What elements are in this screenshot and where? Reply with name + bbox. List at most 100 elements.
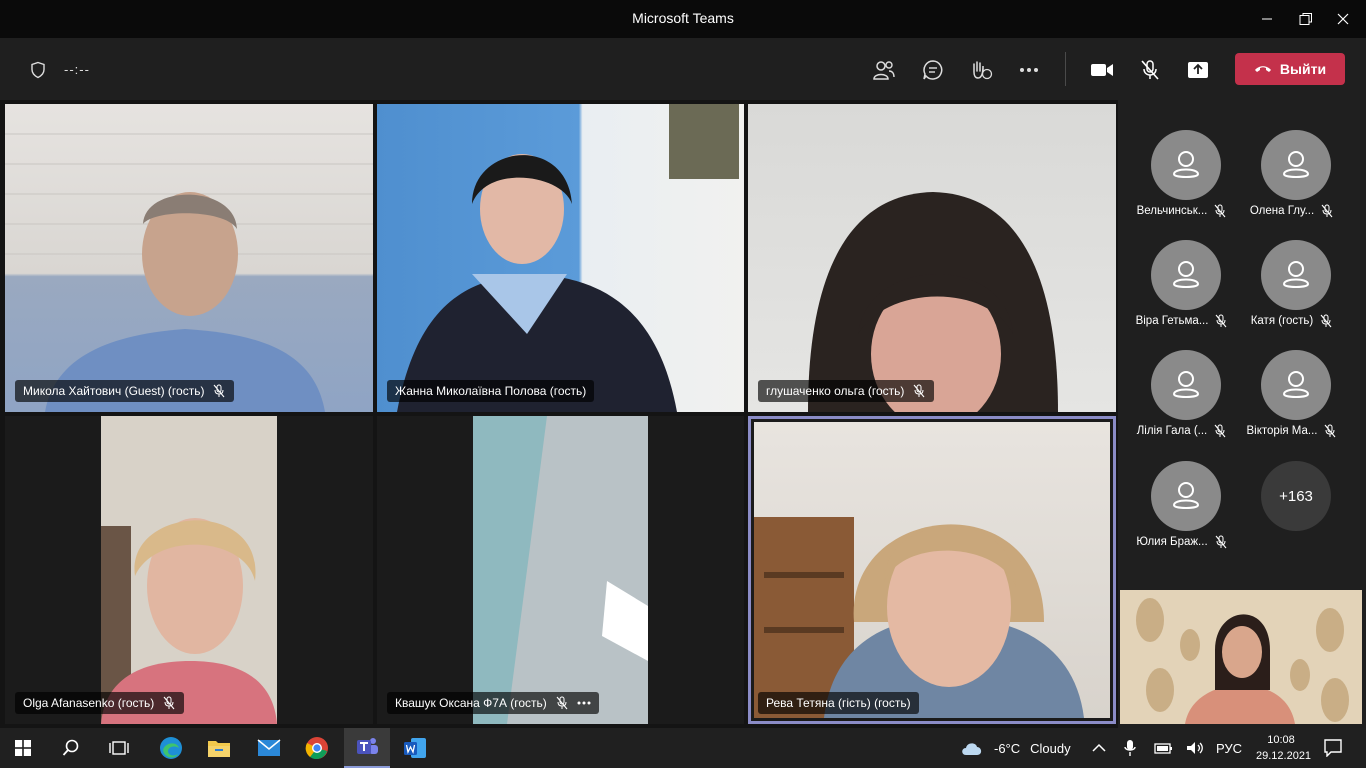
video-tile-1[interactable]: Микола Хайтович (Guest) (гость) <box>5 104 373 412</box>
participant-name-tag: Квашук Оксана Ф7А (гость) <box>387 692 599 714</box>
participant-avatar-5[interactable]: Лілія Гала (... <box>1128 350 1248 460</box>
cloud-icon <box>962 743 982 755</box>
avatar <box>1261 240 1331 310</box>
participant-label: Юлия Браж... <box>1128 535 1236 549</box>
participant-name: глушаченко ольга (гость) <box>766 384 905 398</box>
mic-off-icon <box>913 384 925 398</box>
participants-button[interactable] <box>870 56 898 84</box>
video-tile-3[interactable]: глушаченко ольга (гость) <box>748 104 1116 412</box>
mic-off-icon <box>1214 424 1226 438</box>
mic-off-icon <box>1321 204 1333 218</box>
participant-avatar-4[interactable]: Катя (гость) <box>1238 240 1358 350</box>
reactions-button[interactable] <box>967 56 995 84</box>
language-indicator[interactable]: РУС <box>1216 728 1242 768</box>
participant-name-tag: Olga Afanasenko (гость) <box>15 692 185 714</box>
weather-temp: -6°C <box>994 740 1021 756</box>
video-tile-6[interactable]: Рева Тетяна (гість) (гость) <box>748 416 1116 724</box>
participant-video <box>748 104 1116 412</box>
participant-name: Лілія Гала (... <box>1136 425 1208 437</box>
edge-icon <box>160 737 182 759</box>
chrome-app[interactable] <box>294 728 340 768</box>
mail-app[interactable] <box>246 728 292 768</box>
participant-avatar-1[interactable]: Вельчинськ... <box>1128 130 1248 240</box>
participant-name: Жанна Миколаївна Полова (гость) <box>395 384 587 398</box>
participant-avatar-3[interactable]: Віра Гетьма... <box>1128 240 1248 350</box>
chat-button[interactable] <box>919 56 947 84</box>
participant-avatar-7[interactable]: Юлия Браж... <box>1128 461 1248 571</box>
person-icon <box>1282 261 1310 288</box>
search-icon <box>62 739 79 756</box>
word-icon <box>404 738 426 758</box>
more-participants-count: +163 <box>1261 461 1331 531</box>
participant-name: Квашук Оксана Ф7А (гость) <box>395 696 547 710</box>
mail-icon <box>257 739 281 756</box>
person-icon <box>1172 482 1200 509</box>
ellipsis-icon[interactable] <box>577 701 591 705</box>
person-silhouette <box>808 192 1058 412</box>
person-silhouette <box>101 416 277 724</box>
mic-off-icon <box>1325 424 1336 438</box>
participant-name: Вікторія Ма... <box>1246 425 1318 437</box>
meeting-timer: --:-- <box>64 62 90 77</box>
more-actions-button[interactable] <box>1015 56 1043 84</box>
participant-avatar-6[interactable]: Вікторія Ма... <box>1238 350 1358 460</box>
notifications-button[interactable] <box>1310 728 1356 768</box>
clock[interactable]: 10:08 29.12.2021 <box>1256 732 1311 764</box>
more-participants[interactable]: +163 <box>1238 461 1358 571</box>
participant-label: Вельчинськ... <box>1128 204 1236 218</box>
mic-off-icon <box>1215 535 1227 549</box>
shield-icon <box>31 61 45 79</box>
volume-tray[interactable] <box>1172 728 1218 768</box>
video-tile-2[interactable]: Жанна Миколаївна Полова (гость) <box>377 104 744 412</box>
notification-icon <box>1324 739 1342 757</box>
windows-icon <box>15 740 31 756</box>
teams-icon <box>357 738 378 754</box>
weather-widget[interactable]: -6°C Cloudy <box>960 728 1071 768</box>
participant-video <box>377 104 744 412</box>
clock-time: 10:08 <box>1267 734 1295 746</box>
meeting-toolbar: --:-- Выйти <box>0 38 1366 100</box>
person-silhouette <box>397 104 739 412</box>
participant-label: Лілія Гала (... <box>1128 424 1236 438</box>
share-button[interactable] <box>1184 56 1212 84</box>
participant-video <box>377 416 744 724</box>
taskbar: -6°C Cloudy РУС 10:08 29.12.2021 <box>0 728 1366 768</box>
person-icon <box>1172 371 1200 398</box>
search-button[interactable] <box>48 728 94 768</box>
participant-name: Olga Afanasenko (гость) <box>23 696 155 710</box>
person-silhouette <box>5 133 373 412</box>
battery-icon <box>1154 743 1172 754</box>
mic-off-icon <box>556 696 568 710</box>
avatar <box>1261 130 1331 200</box>
hang-up-icon <box>1254 66 1271 72</box>
self-preview[interactable] <box>1120 590 1362 724</box>
raise-hand-icon <box>973 61 993 80</box>
meeting-info-button[interactable] <box>24 56 52 84</box>
participant-avatar-2[interactable]: Олена Глу... <box>1238 130 1358 240</box>
participant-name-tag: Рева Тетяна (гість) (гость) <box>758 692 919 714</box>
close-button[interactable] <box>1320 4 1366 34</box>
mic-off-icon <box>1320 314 1332 328</box>
restore-icon <box>1299 13 1312 25</box>
start-button[interactable] <box>0 728 46 768</box>
leave-button[interactable]: Выйти <box>1235 53 1345 85</box>
minimize-icon <box>1262 18 1272 20</box>
mic-off-icon <box>214 384 225 398</box>
video-tile-5[interactable]: Квашук Оксана Ф7А (гость) <box>377 416 744 724</box>
file-explorer-app[interactable] <box>196 728 242 768</box>
leave-label: Выйти <box>1279 61 1327 77</box>
mic-off-icon <box>1215 314 1227 328</box>
edge-app[interactable] <box>148 728 194 768</box>
task-view-button[interactable] <box>96 728 142 768</box>
participant-name: Вельчинськ... <box>1136 205 1208 217</box>
word-app[interactable] <box>392 728 438 768</box>
mic-button[interactable] <box>1136 56 1164 84</box>
teams-app[interactable] <box>344 728 390 768</box>
avatar <box>1261 350 1331 420</box>
participant-label: Віра Гетьма... <box>1128 314 1236 328</box>
mic-off-icon <box>1214 204 1226 218</box>
video-tile-4[interactable]: Olga Afanasenko (гость) <box>5 416 373 724</box>
participant-name: Віра Гетьма... <box>1135 315 1209 327</box>
camera-button[interactable] <box>1088 56 1116 84</box>
participant-name: Юлия Браж... <box>1136 536 1208 548</box>
